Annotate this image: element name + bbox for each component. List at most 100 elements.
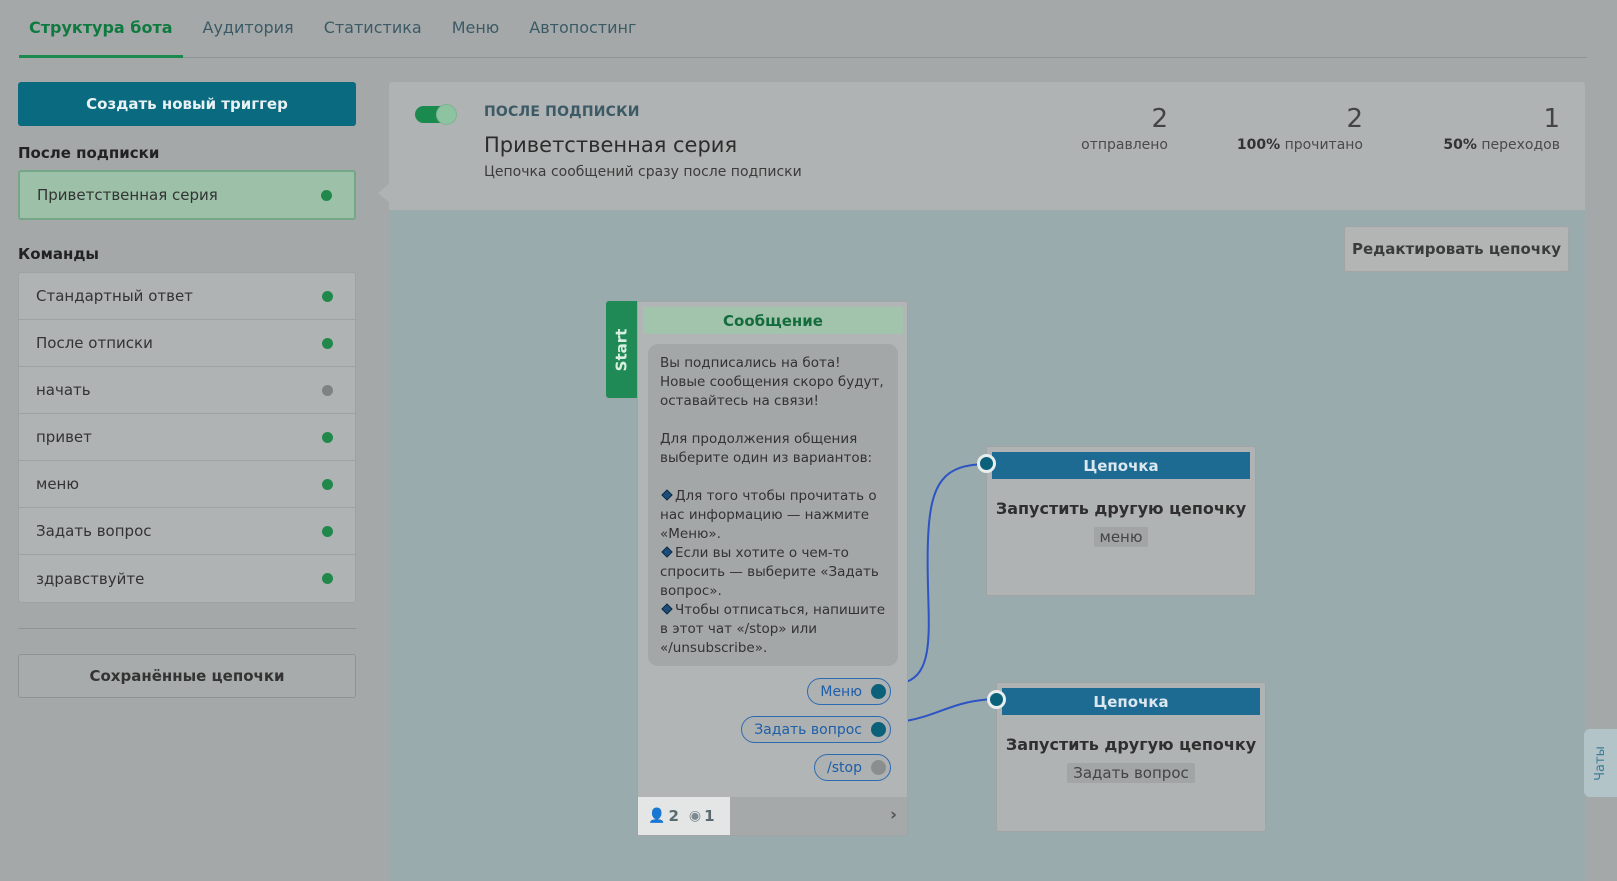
chain-node-header: Цепочка [1002, 688, 1260, 715]
stat-read-text: прочитано [1284, 137, 1363, 153]
message-button-menu[interactable]: Меню [807, 678, 891, 705]
message-bullet-2: Если вы хотите о чем-то спросить — выбер… [660, 544, 886, 601]
chain-node-tag: меню [1093, 527, 1149, 547]
status-dot [322, 525, 333, 537]
start-marker: Start [606, 301, 637, 398]
sidebar-item-label: После отписки [36, 334, 153, 352]
tab-menu[interactable]: Меню [442, 0, 510, 57]
message-text-choose: Для продолжения общения выберите один из… [660, 431, 873, 466]
edit-chain-button[interactable]: Редактировать цепочку [1344, 226, 1569, 272]
sidebar-item-menu[interactable]: меню [19, 461, 355, 508]
message-bubble: Вы подписались на бота! Новые сообщения … [648, 344, 898, 666]
message-button-ask-question[interactable]: Задать вопрос [741, 716, 891, 743]
sidebar-item-label: Задать вопрос [36, 522, 152, 540]
trigger-kicker: ПОСЛЕ ПОДПИСКИ [484, 104, 640, 120]
chain-node-menu[interactable]: Цепочка Запустить другую цепочку меню [986, 446, 1256, 596]
chain-node-ask-question[interactable]: Цепочка Запустить другую цепочку Задать … [996, 682, 1266, 832]
commands-title: Команды [18, 245, 99, 263]
stat-clicks: 1 50% переходов [1443, 104, 1560, 153]
saved-chains-button[interactable]: Сохранённые цепочки [18, 654, 356, 698]
button-label: Меню [820, 683, 862, 700]
stat-read-percent: 100% [1236, 137, 1281, 153]
button-label: Задать вопрос [754, 721, 862, 738]
users-count: 2 [668, 807, 679, 825]
message-node-header: Сообщение [643, 307, 903, 334]
sidebar-item-welcome-series[interactable]: Приветственная серия [18, 170, 356, 220]
stat-clicks-text: переходов [1481, 137, 1560, 153]
stat-read-value: 2 [1346, 104, 1363, 134]
chain-node-header: Цепочка [992, 452, 1250, 479]
bullet-text: Для того чтобы прочитать о нас информаци… [660, 488, 877, 542]
sidebar-item-label: привет [36, 428, 92, 446]
sidebar-item-label: Приветственная серия [37, 186, 218, 204]
status-dot [321, 189, 332, 201]
after-subscribe-list: Приветственная серия [18, 170, 356, 220]
message-text-intro: Вы подписались на бота! Новые сообщения … [660, 355, 884, 409]
sidebar-item-ask-question[interactable]: Задать вопрос [19, 508, 355, 555]
message-button-stop[interactable]: /stop [814, 754, 891, 781]
status-dot [322, 337, 333, 349]
input-port[interactable] [977, 454, 996, 473]
status-dot [322, 290, 333, 302]
button-label: /stop [827, 759, 862, 776]
chevron-right-icon[interactable]: › [890, 805, 897, 825]
sidebar-item-label: Стандартный ответ [36, 287, 193, 305]
sidebar-item-label: здравствуйте [36, 569, 145, 588]
diamond-icon [661, 546, 673, 558]
chats-side-tab[interactable]: Чаты [1584, 729, 1617, 797]
message-node[interactable]: Сообщение Вы подписались на бота! Новые … [637, 301, 908, 836]
start-label: Start [612, 328, 631, 371]
status-dot [322, 384, 333, 396]
header-pointer [378, 183, 390, 203]
tab-bot-structure[interactable]: Структура бота [19, 0, 183, 58]
tab-autoposting[interactable]: Автопостинг [519, 0, 646, 57]
stat-sent-value: 2 [1151, 104, 1168, 134]
toggle-knob [436, 104, 457, 125]
top-tabs: Структура бота Аудитория Статистика Меню… [19, 0, 1587, 58]
sidebar-item-hello[interactable]: привет [19, 414, 355, 461]
sidebar-item-greetings[interactable]: здравствуйте [19, 555, 355, 602]
message-node-footer: 👤 2 ◉ 1 › [638, 797, 907, 835]
status-dot [322, 573, 333, 584]
chats-label: Чаты [1593, 745, 1608, 781]
trigger-enabled-toggle[interactable] [415, 104, 457, 125]
stat-read: 2 100% прочитано [1237, 104, 1363, 153]
sidebar-item-start[interactable]: начать [19, 367, 355, 414]
after-subscribe-title: После подписки [18, 144, 160, 162]
stat-clicks-percent: 50% [1443, 137, 1477, 153]
output-port[interactable] [871, 760, 886, 775]
user-icon: 👤 [648, 808, 666, 824]
status-dot [322, 478, 333, 490]
chain-node-action: Запустить другую цепочку [1005, 735, 1257, 754]
stat-clicks-value: 1 [1543, 104, 1560, 134]
message-bullet-3: Чтобы отписаться, напишите в этот чат «/… [660, 601, 886, 658]
message-stats: 👤 2 ◉ 1 [638, 797, 730, 835]
bullet-text: Чтобы отписаться, напишите в этот чат «/… [660, 602, 886, 656]
trigger-subtitle: Цепочка сообщений сразу после подписки [484, 164, 802, 180]
status-dot [322, 431, 333, 443]
sidebar-item-label: меню [36, 475, 79, 493]
stat-read-label: 100% прочитано [1237, 137, 1363, 153]
sidebar-item-standard-reply[interactable]: Стандартный ответ [19, 273, 355, 320]
stat-sent-label: отправлено [1081, 137, 1168, 153]
chain-node-tag: Задать вопрос [1067, 763, 1195, 783]
input-port[interactable] [987, 690, 1006, 709]
tab-audience[interactable]: Аудитория [193, 0, 304, 57]
create-trigger-button[interactable]: Создать новый триггер [18, 82, 356, 126]
sidebar-divider [18, 628, 356, 629]
sidebar-item-after-unsubscribe[interactable]: После отписки [19, 320, 355, 367]
stat-sent: 2 отправлено [1081, 104, 1168, 153]
output-port[interactable] [871, 684, 886, 699]
message-bullet-1: Для того чтобы прочитать о нас информаци… [660, 487, 886, 544]
output-port[interactable] [871, 722, 886, 737]
diamond-icon [661, 603, 673, 615]
trigger-title: Приветственная серия [484, 133, 738, 157]
stat-clicks-label: 50% переходов [1443, 137, 1560, 153]
views-count: 1 [704, 807, 715, 825]
eye-icon: ◉ [688, 808, 702, 824]
sidebar-item-label: начать [36, 381, 91, 399]
diamond-icon [661, 489, 673, 501]
commands-list: Стандартный ответ После отписки начать п… [18, 272, 356, 603]
bullet-text: Если вы хотите о чем-то спросить — выбер… [660, 545, 879, 599]
tab-statistics[interactable]: Статистика [314, 0, 432, 57]
